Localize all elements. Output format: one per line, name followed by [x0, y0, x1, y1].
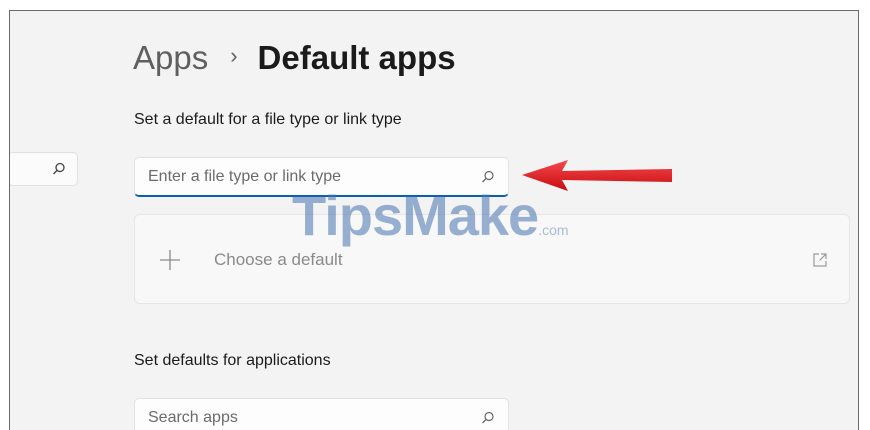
search-icon[interactable] [480, 410, 496, 426]
plus-icon [159, 249, 181, 271]
page-title: Default apps [257, 39, 456, 76]
file-type-section-label: Set a default for a file type or link ty… [134, 111, 402, 128]
choose-default-label: Choose a default [214, 250, 343, 269]
breadcrumb: Apps › Default apps [133, 39, 456, 77]
red-arrow-annotation [522, 160, 672, 191]
breadcrumb-chevron-icon: › [230, 43, 238, 68]
file-type-search-input[interactable] [148, 167, 468, 186]
sidebar-search-box[interactable] [10, 152, 78, 186]
apps-search-input[interactable] [148, 409, 468, 427]
open-external-icon[interactable] [811, 251, 829, 269]
settings-window: Apps › Default apps Set a default for a … [9, 10, 859, 430]
breadcrumb-apps-link[interactable]: Apps [133, 39, 208, 77]
file-type-search-box[interactable] [134, 157, 509, 197]
choose-default-card[interactable]: Choose a default [134, 214, 850, 304]
search-icon[interactable] [51, 161, 67, 177]
apps-search-box[interactable] [134, 398, 509, 430]
apps-section-label: Set defaults for applications [134, 352, 331, 369]
search-icon[interactable] [480, 169, 496, 185]
